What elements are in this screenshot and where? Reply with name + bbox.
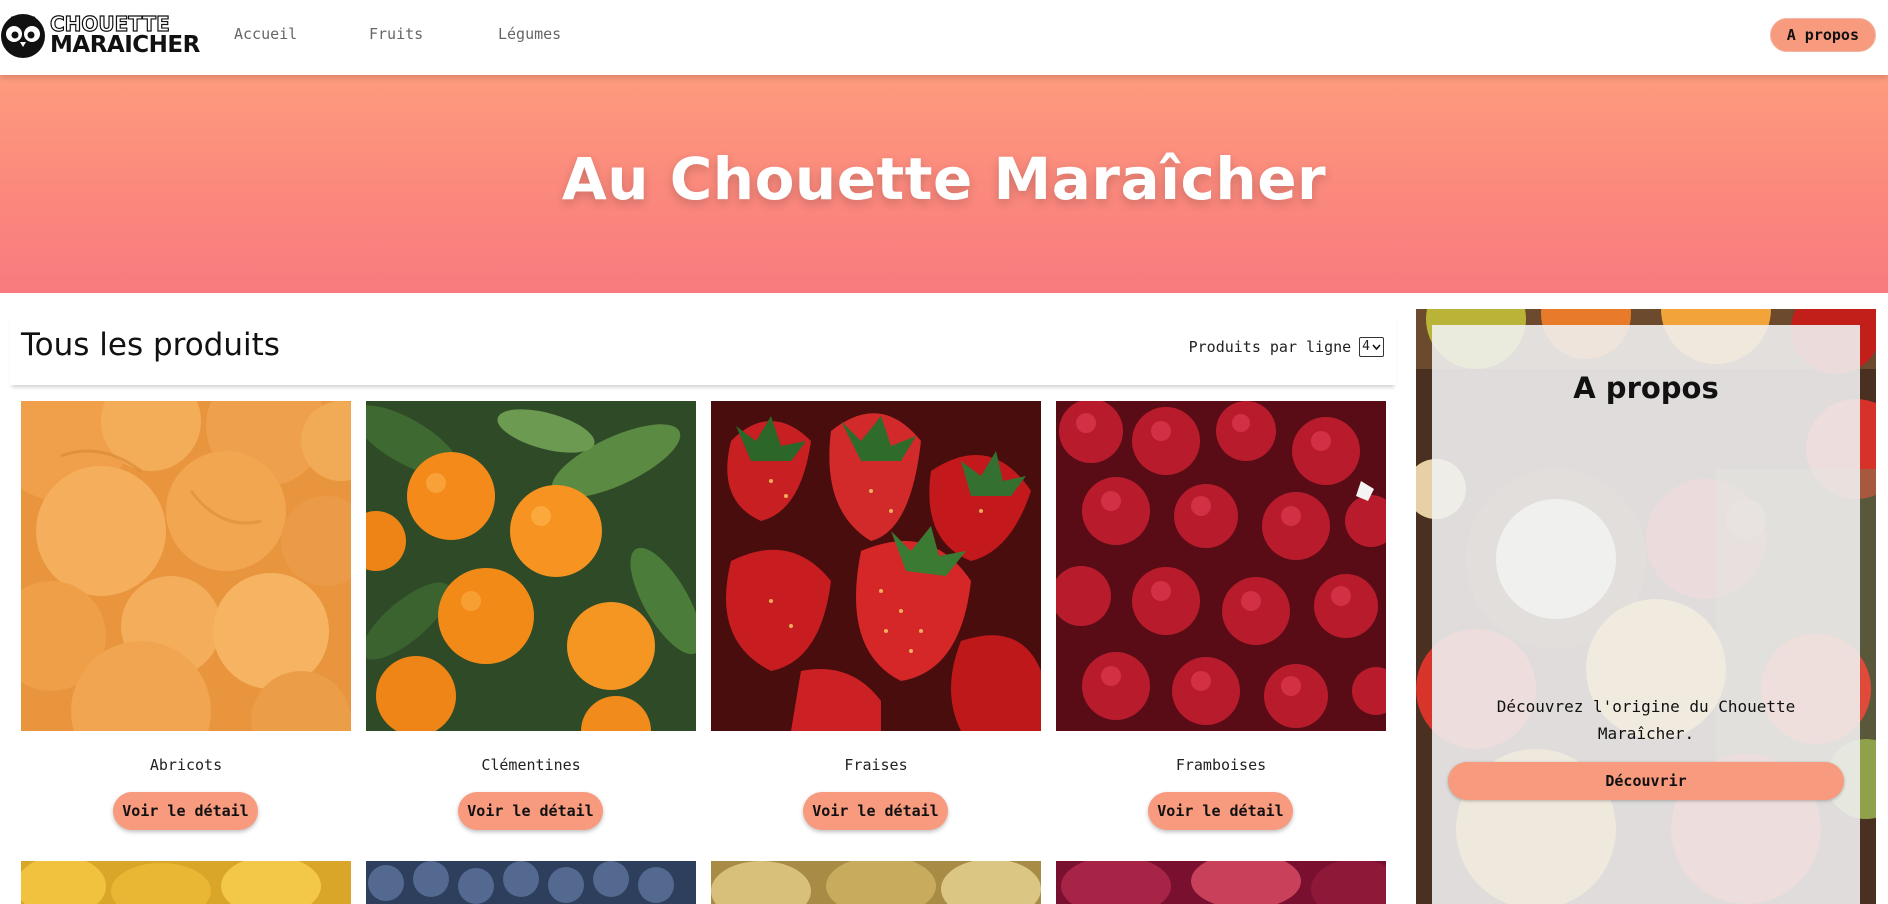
product-name: Abricots [149, 756, 223, 774]
about-description: Découvrez l'origine du Chouette Maraîche… [1496, 697, 1796, 743]
about-title: A propos [1573, 371, 1719, 405]
logo-text-bottom: MARAICHER [50, 32, 200, 58]
pears-image [711, 861, 1041, 904]
per-line-select[interactable]: 4 [1359, 337, 1384, 357]
hero-banner: Au Chouette Maraîcher [0, 75, 1888, 293]
logo-text-top: CHOUETTE [49, 12, 170, 36]
view-detail-button[interactable]: Voir le détail [803, 792, 948, 830]
product-image[interactable] [1056, 861, 1386, 904]
product-image[interactable] [21, 401, 351, 731]
view-detail-button[interactable]: Voir le détail [458, 792, 603, 830]
product-name: Framboises [1175, 756, 1267, 774]
apricots-image [21, 401, 351, 731]
blueberries-image [366, 861, 696, 904]
hero-title: Au Chouette Maraîcher [561, 145, 1327, 213]
owl-logo-icon [1, 14, 45, 58]
product-image[interactable] [711, 401, 1041, 731]
per-line-label: Produits par ligne [1188, 338, 1352, 356]
logo[interactable]: CHOUETTE MARAICHER [0, 10, 200, 62]
view-detail-button[interactable]: Voir le détail [113, 792, 258, 830]
raspberries-image [1056, 401, 1386, 731]
top-navbar: CHOUETTE MARAICHER Accueil Fruits Légume… [0, 0, 1888, 75]
plums-image [1056, 861, 1386, 904]
clementines-image [366, 401, 696, 731]
products-title: Tous les produits [21, 327, 280, 363]
strawberries-image [711, 401, 1041, 731]
chevron-down-icon [1372, 344, 1381, 350]
product-image[interactable] [366, 401, 696, 731]
product-image[interactable] [1056, 401, 1386, 731]
view-detail-button[interactable]: Voir le détail [1148, 792, 1293, 830]
nav-link-legumes[interactable]: Légumes [498, 25, 561, 43]
lemons-image [21, 861, 351, 904]
about-panel: A propos Découvrez l'origine du Chouette… [1432, 325, 1860, 904]
products-per-line-control: Produits par ligne 4 [1189, 337, 1384, 357]
product-image[interactable] [21, 861, 351, 904]
product-name: Clémentines [481, 756, 581, 774]
nav-link-fruits[interactable]: Fruits [369, 25, 423, 43]
discover-button[interactable]: Découvrir [1448, 762, 1844, 800]
products-header: Tous les produits Produits par ligne 4 [10, 313, 1396, 385]
about-sidebar: A propos Découvrez l'origine du Chouette… [1416, 309, 1876, 904]
product-name: Fraises [844, 756, 908, 774]
product-image[interactable] [711, 861, 1041, 904]
about-nav-button[interactable]: A propos [1769, 18, 1876, 52]
product-image[interactable] [366, 861, 696, 904]
per-line-value: 4 [1362, 339, 1370, 354]
nav-link-accueil[interactable]: Accueil [234, 25, 297, 43]
